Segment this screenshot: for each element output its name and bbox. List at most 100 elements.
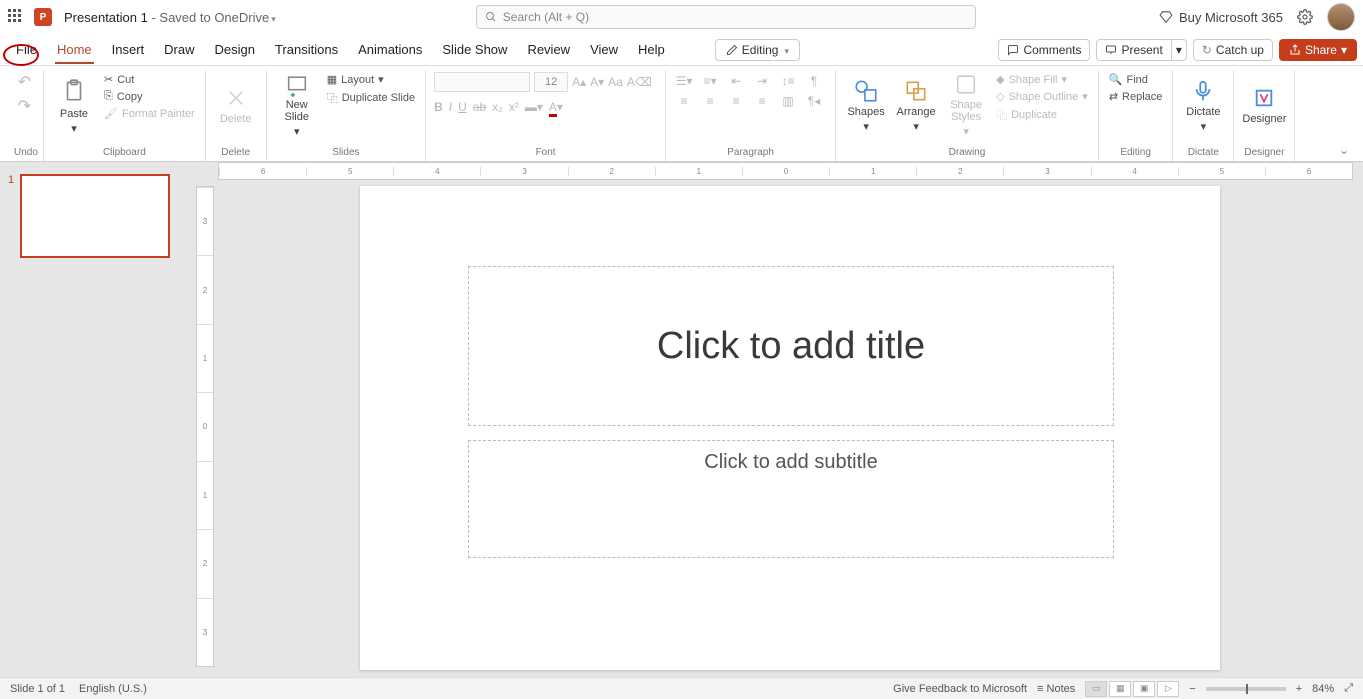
editing-mode-button[interactable]: Editing bbox=[715, 39, 800, 61]
font-color-button[interactable]: A▾ bbox=[549, 100, 563, 114]
horizontal-ruler: 6543210123456 bbox=[218, 162, 1353, 180]
tab-review[interactable]: Review bbox=[517, 36, 580, 63]
powerpoint-icon: P bbox=[34, 8, 52, 26]
slide-thumbnail-1[interactable] bbox=[20, 174, 170, 258]
zoom-in-button[interactable]: + bbox=[1296, 683, 1302, 695]
present-button[interactable]: Present ▾ bbox=[1096, 39, 1186, 61]
tab-design[interactable]: Design bbox=[205, 36, 265, 63]
strike-button[interactable]: ab bbox=[473, 100, 486, 114]
subscript-button[interactable]: x₂ bbox=[492, 100, 503, 114]
paste-icon bbox=[61, 76, 87, 106]
scissors-icon: ✂ bbox=[104, 73, 113, 86]
columns-button[interactable]: ▥ bbox=[778, 92, 798, 110]
present-icon bbox=[1105, 44, 1117, 56]
align-right-button[interactable]: ≡ bbox=[726, 92, 746, 110]
group-label-drawing: Drawing bbox=[844, 145, 1090, 161]
tab-insert[interactable]: Insert bbox=[102, 36, 155, 63]
ribbon-collapse-button[interactable]: ⌄ bbox=[1331, 139, 1357, 161]
title-placeholder[interactable]: Click to add title bbox=[468, 266, 1114, 426]
text-direction-button[interactable]: ¶ bbox=[804, 72, 824, 90]
redo-button[interactable]: ↷ bbox=[18, 96, 31, 116]
notes-toggle[interactable]: ≡ Notes bbox=[1037, 683, 1075, 695]
increase-indent-button[interactable]: ⇥ bbox=[752, 72, 772, 90]
clear-format-icon[interactable]: A⌫ bbox=[627, 75, 652, 89]
delete-button[interactable]: Delete bbox=[214, 72, 258, 138]
undo-button[interactable]: ↶ bbox=[18, 72, 31, 92]
underline-button[interactable]: U bbox=[458, 100, 467, 114]
copy-button[interactable]: ⎘Copy bbox=[102, 89, 197, 104]
feedback-link[interactable]: Give Feedback to Microsoft bbox=[893, 683, 1027, 695]
bullets-button[interactable]: ☰▾ bbox=[674, 72, 694, 90]
tab-home[interactable]: Home bbox=[47, 36, 102, 63]
new-slide-button[interactable]: New Slide▾ bbox=[275, 72, 319, 138]
tab-draw[interactable]: Draw bbox=[154, 36, 204, 63]
tab-file[interactable]: File bbox=[6, 36, 47, 63]
decrease-indent-button[interactable]: ⇤ bbox=[726, 72, 746, 90]
sorter-view-button[interactable]: ▦ bbox=[1109, 681, 1131, 697]
duplicate-slide-button[interactable]: ⿻Duplicate Slide bbox=[325, 89, 417, 107]
paste-button[interactable]: Paste▾ bbox=[52, 72, 96, 138]
zoom-out-button[interactable]: − bbox=[1189, 683, 1195, 695]
line-spacing-button[interactable]: ↕≡ bbox=[778, 72, 798, 90]
numbering-button[interactable]: ≡▾ bbox=[700, 72, 720, 90]
change-case-icon[interactable]: Aa bbox=[608, 75, 623, 89]
designer-button[interactable]: Designer bbox=[1242, 72, 1286, 138]
fit-to-window-button[interactable]: ⤢ bbox=[1344, 682, 1353, 695]
subtitle-placeholder[interactable]: Click to add subtitle bbox=[468, 440, 1114, 558]
decrease-font-icon[interactable]: A▾ bbox=[590, 75, 604, 89]
increase-font-icon[interactable]: A▴ bbox=[572, 75, 586, 89]
tab-help[interactable]: Help bbox=[628, 36, 675, 63]
tab-view[interactable]: View bbox=[580, 36, 628, 63]
replace-icon: ⇄ bbox=[1109, 90, 1118, 103]
normal-view-button[interactable]: ▭ bbox=[1085, 681, 1107, 697]
tab-animations[interactable]: Animations bbox=[348, 36, 432, 63]
rtl-button[interactable]: ¶◂ bbox=[804, 92, 824, 110]
zoom-level[interactable]: 84% bbox=[1312, 683, 1334, 695]
document-title[interactable]: Presentation 1 - Saved to OneDrive bbox=[64, 10, 276, 25]
find-button[interactable]: 🔍Find bbox=[1107, 72, 1165, 87]
font-size-select[interactable]: 12 bbox=[534, 72, 568, 92]
tab-transitions[interactable]: Transitions bbox=[265, 36, 348, 63]
reading-view-button[interactable]: ▣ bbox=[1133, 681, 1155, 697]
designer-icon bbox=[1253, 85, 1275, 111]
tab-slideshow[interactable]: Slide Show bbox=[432, 36, 517, 63]
highlight-button[interactable]: ▬▾ bbox=[525, 100, 543, 114]
superscript-button[interactable]: x² bbox=[509, 100, 519, 114]
file-name: Presentation 1 bbox=[64, 10, 148, 25]
layout-button[interactable]: ▦Layout ▾ bbox=[325, 72, 417, 87]
slide-counter[interactable]: Slide 1 of 1 bbox=[10, 683, 65, 695]
language-indicator[interactable]: English (U.S.) bbox=[79, 683, 147, 695]
shape-styles-button[interactable]: Shape Styles▾ bbox=[944, 72, 988, 138]
font-family-select[interactable] bbox=[434, 72, 530, 92]
align-center-button[interactable]: ≡ bbox=[700, 92, 720, 110]
shape-outline-button[interactable]: ◇Shape Outline ▾ bbox=[994, 89, 1090, 104]
buy-microsoft-365-button[interactable]: Buy Microsoft 365 bbox=[1159, 10, 1283, 25]
settings-button[interactable] bbox=[1297, 9, 1313, 25]
user-avatar[interactable] bbox=[1327, 3, 1355, 31]
shapes-button[interactable]: Shapes▾ bbox=[844, 72, 888, 138]
shape-fill-button[interactable]: ◆Shape Fill ▾ bbox=[994, 72, 1090, 87]
share-button[interactable]: Share ▾ bbox=[1279, 39, 1357, 61]
app-launcher-icon[interactable] bbox=[8, 9, 24, 25]
search-icon bbox=[485, 11, 497, 23]
cut-button[interactable]: ✂Cut bbox=[102, 72, 197, 87]
align-left-button[interactable]: ≡ bbox=[674, 92, 694, 110]
find-icon: 🔍 bbox=[1109, 73, 1123, 86]
italic-button[interactable]: I bbox=[449, 100, 452, 114]
slide-editor[interactable]: Click to add title Click to add subtitle bbox=[360, 186, 1220, 670]
comments-button[interactable]: Comments bbox=[998, 39, 1090, 61]
bold-button[interactable]: B bbox=[434, 100, 443, 114]
save-location: - Saved to OneDrive bbox=[148, 10, 269, 25]
catchup-button[interactable]: ↻Catch up bbox=[1193, 39, 1273, 61]
thumb-number: 1 bbox=[8, 174, 14, 258]
zoom-slider[interactable] bbox=[1206, 687, 1286, 691]
format-painter-button[interactable]: 🖌Format Painter bbox=[102, 106, 197, 121]
slideshow-view-button[interactable]: ▷ bbox=[1157, 681, 1179, 697]
duplicate-shape-button[interactable]: ⿻Duplicate bbox=[994, 106, 1090, 124]
justify-button[interactable]: ≡ bbox=[752, 92, 772, 110]
replace-button[interactable]: ⇄Replace bbox=[1107, 89, 1165, 104]
dictate-button[interactable]: Dictate▾ bbox=[1181, 72, 1225, 138]
present-dropdown[interactable]: ▾ bbox=[1171, 39, 1187, 61]
search-input[interactable]: Search (Alt + Q) bbox=[476, 5, 976, 29]
arrange-button[interactable]: Arrange▾ bbox=[894, 72, 938, 138]
